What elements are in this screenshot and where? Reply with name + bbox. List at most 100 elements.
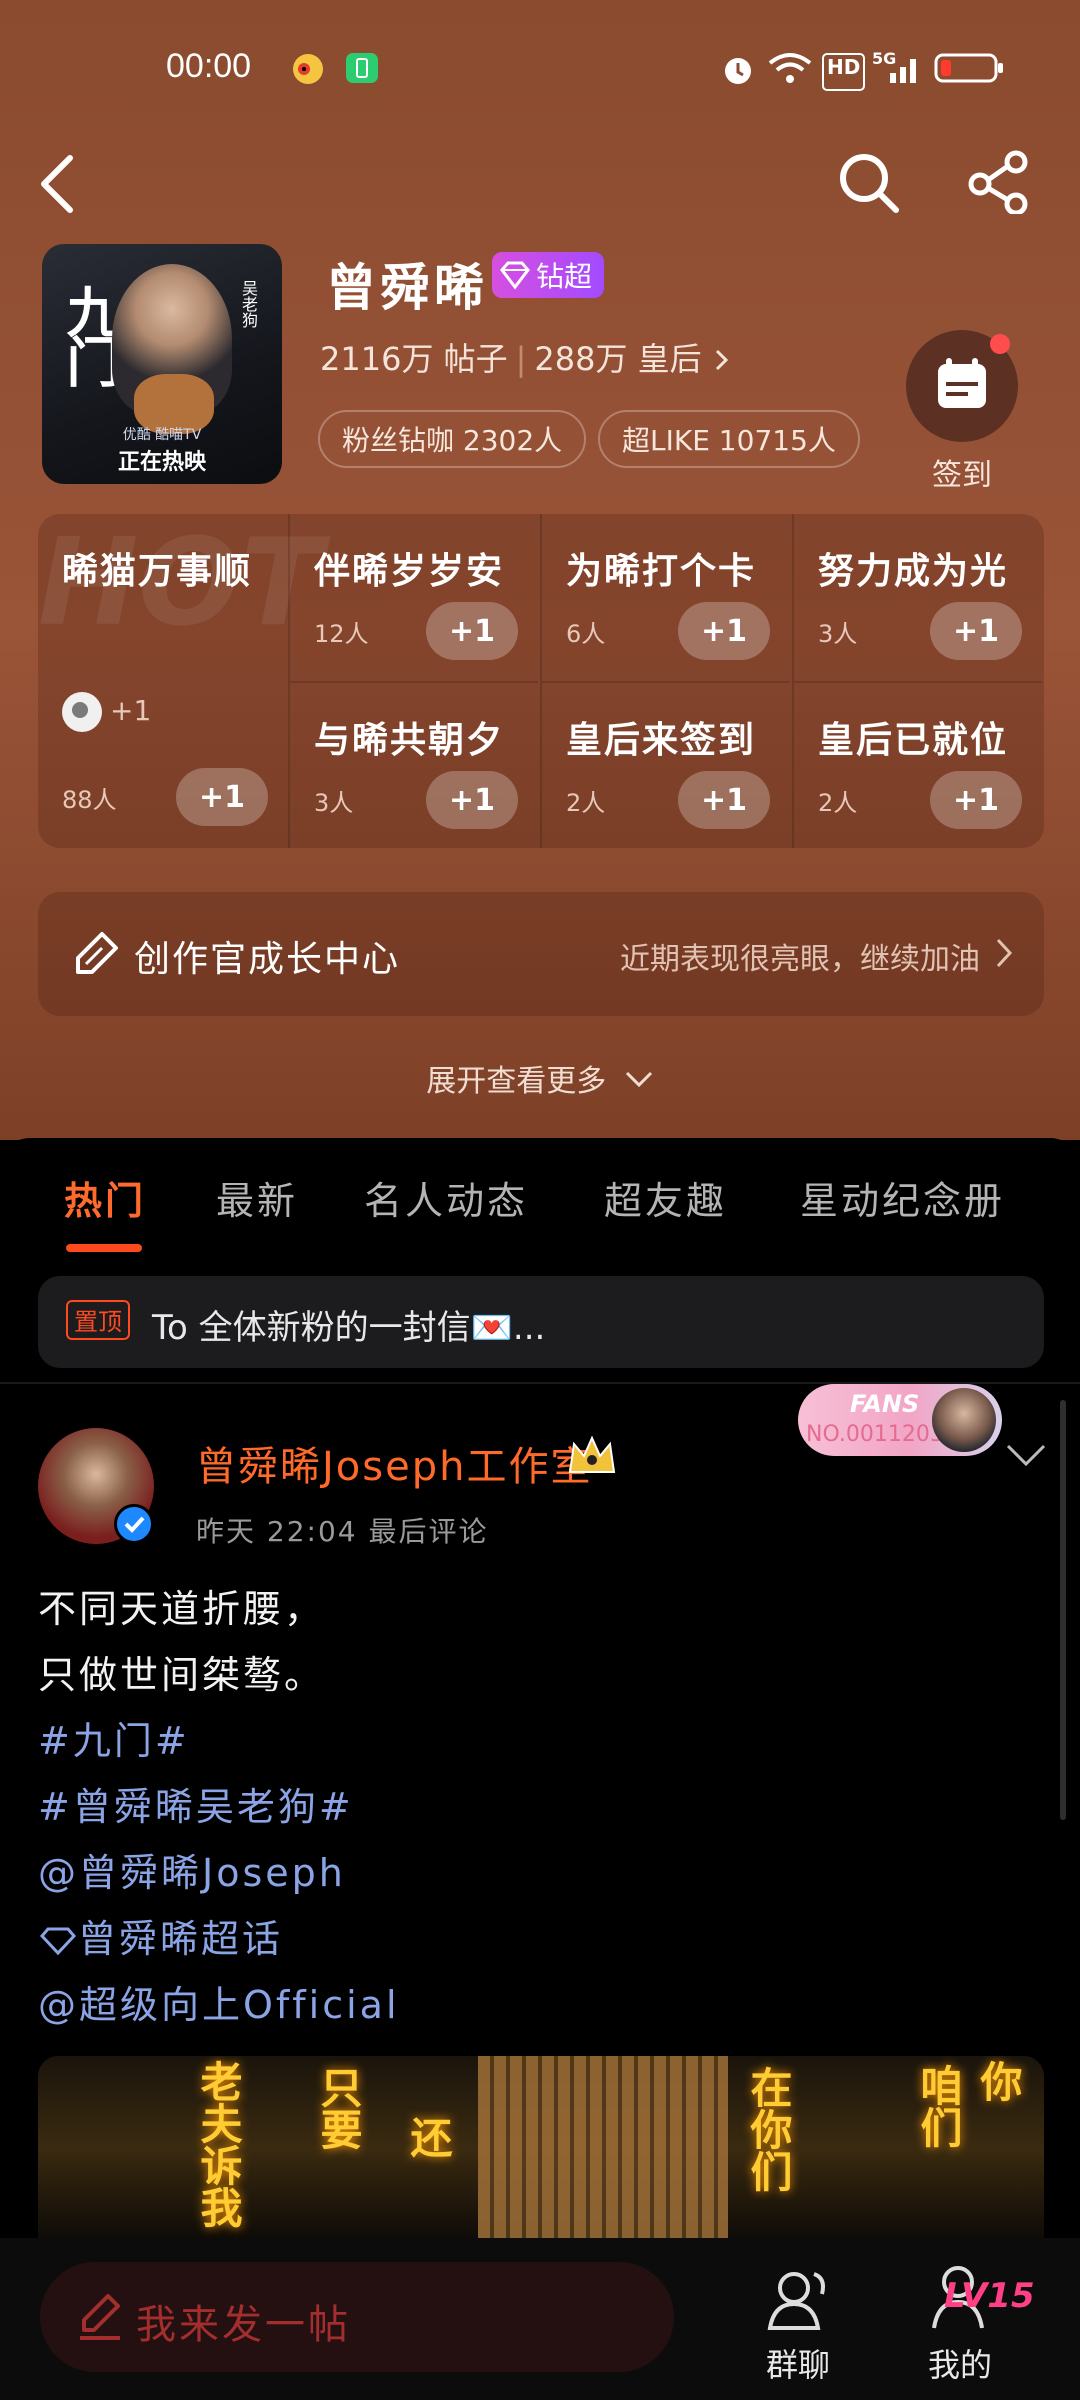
tab-hot[interactable]: 热门 bbox=[64, 1170, 146, 1225]
status-bar: 00:00 HD 5G bbox=[0, 45, 1080, 95]
pinned-post[interactable]: 置顶 To 全体新粉的一封信💌... bbox=[38, 1276, 1044, 1368]
checkin-title: 晞猫万事顺 bbox=[62, 551, 253, 592]
hd-indicator: HD bbox=[822, 53, 866, 91]
diamond-icon bbox=[500, 261, 530, 290]
nav-mine[interactable]: 我的 bbox=[900, 2248, 1020, 2388]
checkin-item[interactable]: 皇后已就位 2人 +1 bbox=[792, 681, 1042, 848]
checkin-plus-button[interactable]: +1 bbox=[678, 602, 770, 660]
super-like-pill[interactable]: 超LIKE 10715人 bbox=[598, 410, 860, 468]
chevron-right-icon bbox=[715, 349, 728, 371]
checkin-grid: HOT 晞猫万事顺 +1 88人 +1 伴晞岁岁安 12人 +1 为晞打个卡 6… bbox=[38, 514, 1044, 848]
feed-tabs: 热门 最新 名人动态 超友趣 星动纪念册 bbox=[0, 1170, 1080, 1240]
super-topic-link[interactable]: 曾舜晞超话 bbox=[38, 1906, 1038, 1972]
chevron-right-icon bbox=[996, 938, 1013, 968]
tab-celebrity[interactable]: 名人动态 bbox=[364, 1170, 528, 1225]
pencil-icon bbox=[80, 2294, 120, 2340]
fan-rank-pill[interactable]: 粉丝钻咖 2302人 bbox=[318, 410, 587, 468]
level-badge: LV15 bbox=[944, 2276, 1035, 2316]
checkin-title: 为晞打个卡 bbox=[566, 551, 757, 592]
hashtag-link[interactable]: #九门# bbox=[38, 1708, 1038, 1774]
image-glow-text: 老夫诉我 bbox=[194, 2060, 243, 2228]
post-count: 2116万 帖子 bbox=[320, 340, 508, 378]
chevron-down-icon[interactable] bbox=[1004, 1440, 1048, 1470]
super-topic-label: 曾舜晞超话 bbox=[78, 1917, 284, 1961]
mention-link[interactable]: @超级向上Official bbox=[38, 1972, 1038, 2038]
back-arrow-icon[interactable] bbox=[36, 152, 76, 216]
checkin-title: 与晞共朝夕 bbox=[314, 720, 505, 761]
verified-icon bbox=[114, 1504, 154, 1544]
wifi-icon bbox=[768, 53, 812, 83]
image-glow-text: 只要 bbox=[314, 2066, 363, 2150]
check-icon bbox=[124, 1516, 145, 1533]
checkin-item[interactable]: 努力成为光 3人 +1 bbox=[792, 514, 1042, 681]
alarm-icon bbox=[725, 58, 751, 84]
mention-link[interactable]: @曾舜晞Joseph bbox=[38, 1840, 1038, 1906]
post-time: 昨天 22:04 最后评论 bbox=[196, 1515, 489, 1548]
post-author[interactable]: 曾舜晞Joseph工作室 bbox=[196, 1434, 592, 1492]
tab-super-fun[interactable]: 超友趣 bbox=[604, 1170, 727, 1225]
creator-pen-icon bbox=[76, 932, 118, 974]
checkin-title: 努力成为光 bbox=[818, 551, 1009, 592]
checkin-label[interactable]: 签到 bbox=[906, 450, 1018, 494]
checkin-notification-dot bbox=[990, 334, 1010, 354]
checkin-item-featured[interactable]: 晞猫万事顺 +1 88人 +1 bbox=[38, 514, 288, 848]
checkin-count: 3人 bbox=[314, 789, 354, 817]
checkin-item[interactable]: 伴晞岁岁安 12人 +1 bbox=[288, 514, 538, 681]
top-nav bbox=[0, 150, 1080, 220]
checkin-item[interactable]: 为晞打个卡 6人 +1 bbox=[540, 514, 790, 681]
cover-sponsors: 优酷 酷喵TV bbox=[122, 427, 202, 443]
weibo-notification-icon bbox=[293, 54, 323, 84]
nav-group-chat-label: 群聊 bbox=[765, 2346, 830, 2384]
chevron-down-icon bbox=[625, 1071, 652, 1088]
crown-icon bbox=[568, 1435, 616, 1473]
post-body: 不同天道折腰， 只做世间桀骜。 #九门# #曾舜晞吴老狗# @曾舜晞Joseph… bbox=[38, 1576, 1038, 2038]
hashtag-link[interactable]: #曾舜晞吴老狗# bbox=[38, 1774, 1038, 1840]
share-icon[interactable] bbox=[968, 150, 1032, 214]
nav-group-chat[interactable]: 群聊 bbox=[738, 2248, 858, 2388]
creator-center-title: 创作官成长中心 bbox=[134, 939, 401, 980]
checkin-plus-button[interactable]: +1 bbox=[426, 602, 518, 660]
creator-center-banner[interactable]: 创作官成长中心 近期表现很亮眼，继续加油 bbox=[38, 892, 1044, 1016]
diamond-icon bbox=[39, 1927, 77, 1956]
follower-count: 288万 皇后 bbox=[534, 340, 702, 378]
image-glow-text: 还 bbox=[404, 2116, 453, 2158]
tab-latest[interactable]: 最新 bbox=[216, 1170, 298, 1225]
checkin-count: 12人 bbox=[314, 620, 369, 648]
search-icon[interactable] bbox=[836, 150, 900, 214]
status-time: 00:00 bbox=[166, 47, 252, 85]
participant-avatar bbox=[62, 692, 102, 732]
checkin-item[interactable]: 与晞共朝夕 3人 +1 bbox=[288, 681, 538, 848]
diamond-super-badge[interactable]: 钻超 bbox=[492, 252, 605, 298]
checkin-plus-button[interactable]: +1 bbox=[426, 771, 518, 829]
expand-more-label: 展开查看更多 bbox=[426, 1064, 607, 1099]
post-image[interactable]: 老夫诉我 只要 还 在你们 咱们 你 bbox=[38, 2056, 1044, 2240]
checkin-plus-button[interactable]: +1 bbox=[930, 602, 1022, 660]
creator-center-message: 近期表现很亮眼，继续加油 bbox=[620, 942, 980, 977]
image-glow-text: 在你们 bbox=[744, 2066, 793, 2192]
active-tab-indicator bbox=[66, 1244, 142, 1252]
topic-stats[interactable]: 2116万 帖子 | 288万 皇后 bbox=[320, 334, 732, 380]
battery-low-icon bbox=[934, 53, 1003, 83]
checkin-plus-button[interactable]: +1 bbox=[930, 771, 1022, 829]
image-lattice bbox=[478, 2056, 728, 2240]
battery-saver-icon bbox=[346, 53, 378, 83]
signal-icon bbox=[890, 59, 916, 83]
checkin-count: 3人 bbox=[818, 620, 858, 648]
checkin-item[interactable]: 皇后来签到 2人 +1 bbox=[540, 681, 790, 848]
badge-label: 钻超 bbox=[536, 260, 593, 293]
checkin-plus-button[interactable]: +1 bbox=[176, 768, 268, 826]
checkin-count: 2人 bbox=[566, 789, 606, 817]
cover-caption: 正在热映 bbox=[117, 450, 206, 475]
fans-badge-avatar bbox=[932, 1388, 996, 1452]
topic-cover-image[interactable]: 九门 吴老狗 优酷 酷喵TV 正在热映 bbox=[42, 244, 282, 484]
checkin-plus-button[interactable]: +1 bbox=[678, 771, 770, 829]
fans-badge[interactable]: FANS NO.0011203 bbox=[798, 1384, 1002, 1456]
scrollbar[interactable] bbox=[1060, 1400, 1066, 1820]
topic-name: 曾舜晞 bbox=[326, 259, 488, 317]
expand-more[interactable]: 展开查看更多 bbox=[0, 1056, 1080, 1100]
tab-memorial-album[interactable]: 星动纪念册 bbox=[800, 1170, 1005, 1225]
checkin-count: 6人 bbox=[566, 620, 606, 648]
compose-post-button[interactable]: 我来发一帖 bbox=[40, 2262, 674, 2372]
image-glow-text: 你 bbox=[974, 2060, 1023, 2102]
fans-badge-title: FANS bbox=[850, 1390, 920, 1418]
